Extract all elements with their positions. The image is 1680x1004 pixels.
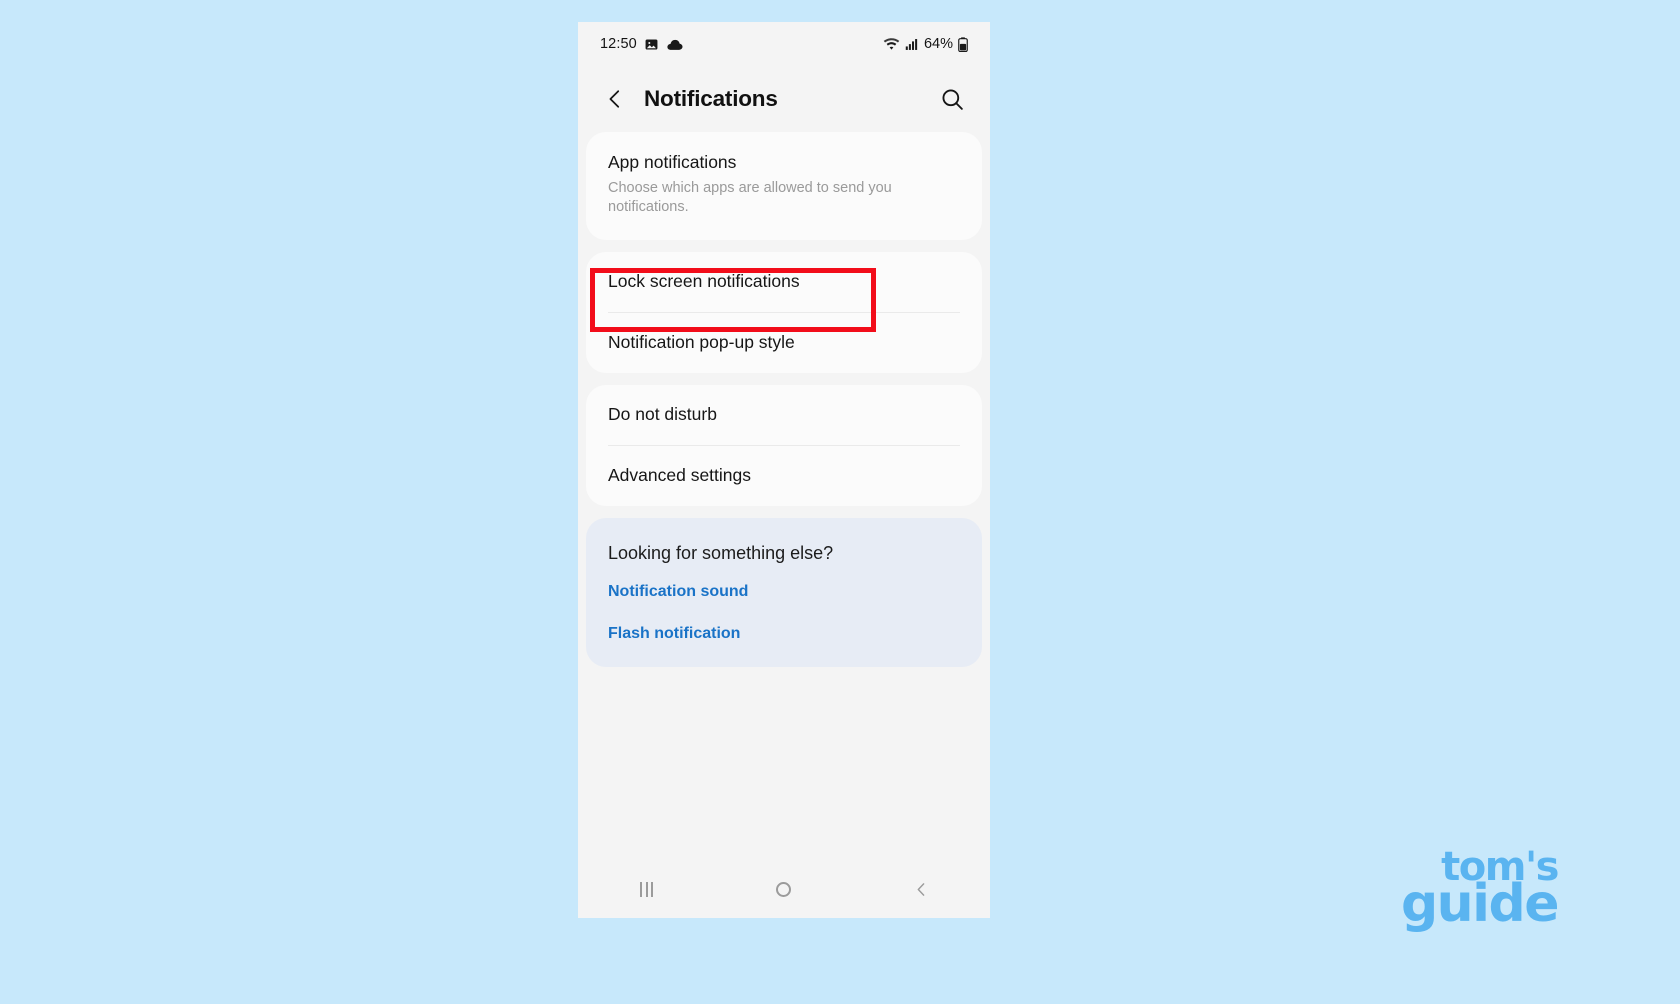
card-app-notifications: App notifications Choose which apps are … (586, 132, 982, 240)
phone-screenshot: 12:50 64% Notifications App notification… (578, 22, 990, 918)
screenshot-root: 12:50 64% Notifications App notification… (0, 0, 1680, 1004)
list-item-advanced-settings[interactable]: Advanced settings (586, 446, 982, 506)
looking-for-heading: Looking for something else? (608, 542, 834, 563)
status-bar-clock: 12:50 (600, 36, 637, 52)
back-chevron-icon[interactable] (891, 869, 951, 909)
list-item-title: Notification pop-up style (608, 331, 795, 352)
recents-lines-icon[interactable] (617, 869, 677, 909)
home-circle-icon[interactable] (754, 869, 814, 909)
image-icon (644, 37, 659, 52)
battery-percent-label: 64% (923, 36, 953, 52)
link-flash-notification[interactable]: Flash notification (586, 613, 982, 655)
list-item-notification-popup-style[interactable]: Notification pop-up style (586, 313, 982, 373)
settings-list: App notifications Choose which apps are … (578, 132, 990, 667)
page-title: Notifications (644, 86, 778, 111)
list-item-title: Lock screen notifications (608, 271, 800, 291)
cellular-signal-icon (905, 38, 919, 51)
link-notification-sound[interactable]: Notification sound (586, 571, 982, 613)
watermark-toms-guide: tom's guide (1400, 847, 1560, 935)
chevron-left-icon[interactable] (600, 84, 630, 114)
watermark-line2: guide (1400, 874, 1560, 935)
battery-icon (958, 36, 968, 52)
list-item-title: Do not disturb (608, 403, 717, 424)
list-item-lock-screen-notifications[interactable]: Lock screen notifications (586, 252, 982, 312)
list-item-title: Advanced settings (608, 464, 752, 485)
wifi-icon (883, 37, 900, 51)
list-item-do-not-disturb[interactable]: Do not disturb (586, 385, 982, 445)
status-bar-left: 12:50 (600, 36, 683, 52)
cloud-icon (666, 38, 683, 51)
list-item-title: App notifications (608, 152, 737, 172)
card-other-settings: Do not disturb Advanced settings (586, 384, 982, 506)
card-notification-display: Lock screen notifications Notification p… (586, 252, 982, 373)
app-header: Notifications (578, 66, 990, 132)
list-item-app-notifications[interactable]: App notifications Choose which apps are … (586, 132, 982, 240)
system-navigation-bar (578, 860, 990, 918)
search-icon[interactable] (936, 83, 968, 115)
status-bar-right: 64% (883, 36, 968, 52)
status-bar: 12:50 64% (578, 22, 990, 66)
list-item-subtitle: Choose which apps are allowed to send yo… (608, 179, 892, 216)
card-looking-for-something-else: Looking for something else? Notification… (586, 517, 982, 667)
